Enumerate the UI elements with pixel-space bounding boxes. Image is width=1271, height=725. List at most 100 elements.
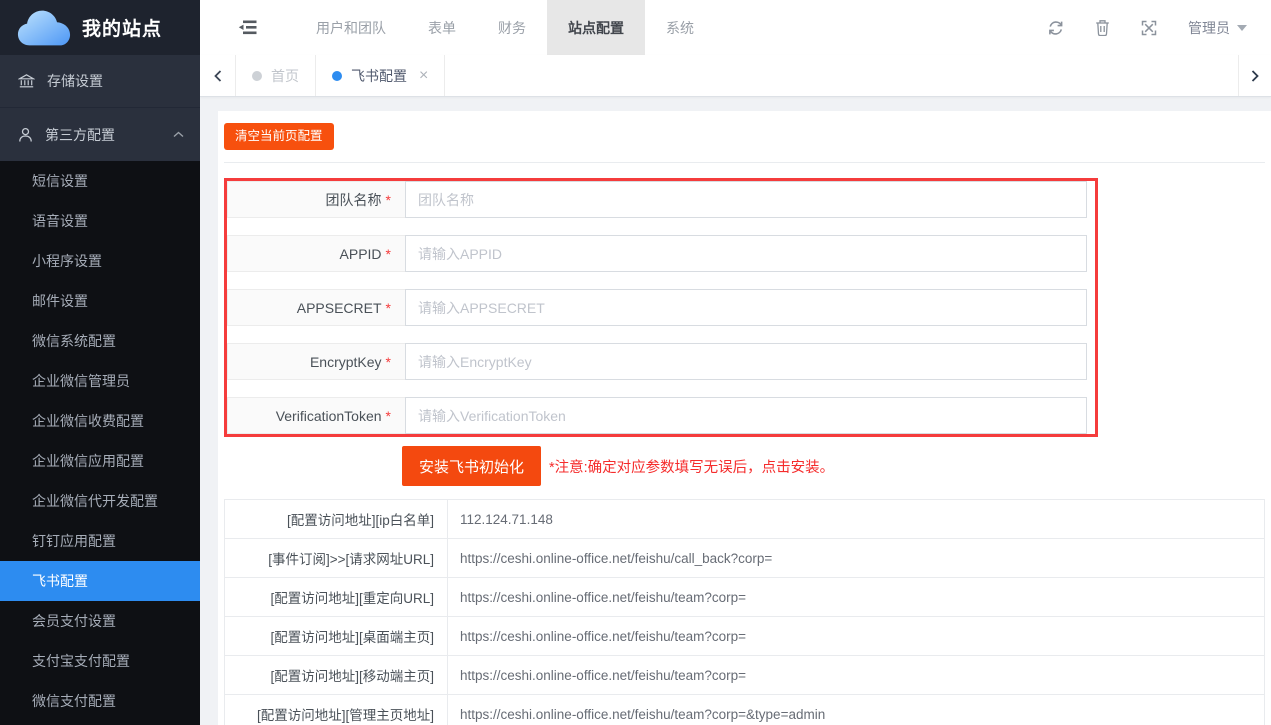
app-root: 我的站点 存储设置 第三方配置 bbox=[0, 0, 1271, 725]
admin-user-menu[interactable]: 管理员 bbox=[1188, 18, 1247, 38]
tabs-scroll-right-button[interactable] bbox=[1238, 55, 1271, 96]
tab-dot-icon bbox=[252, 71, 262, 81]
topbar: 用户和团队 表单 财务 站点配置 系统 bbox=[200, 0, 1271, 55]
menu-fold-icon bbox=[238, 20, 257, 35]
sidebar-item-dingtalk-app-config[interactable]: 钉钉应用配置 bbox=[0, 521, 200, 561]
info-row-value: https://ceshi.online-office.net/feishu/t… bbox=[448, 656, 1265, 695]
tab-label: 飞书配置 bbox=[351, 66, 407, 86]
info-row-value: https://ceshi.online-office.net/feishu/t… bbox=[448, 578, 1265, 617]
sidebar-submenu: 短信设置 语音设置 小程序设置 邮件设置 微信系统配置 企业微信管理员 企业微信… bbox=[0, 161, 200, 721]
sidebar: 我的站点 存储设置 第三方配置 bbox=[0, 0, 200, 725]
user-icon bbox=[18, 127, 33, 143]
info-row-label: [配置访问地址][重定向URL] bbox=[225, 578, 448, 617]
info-row-value: 112.124.71.148 bbox=[448, 500, 1265, 539]
site-title: 我的站点 bbox=[82, 14, 162, 41]
nav-item-forms[interactable]: 表单 bbox=[407, 0, 477, 55]
field-label: 团队名称 * bbox=[227, 181, 405, 218]
tab-label: 首页 bbox=[271, 66, 299, 86]
field-label: APPSECRET * bbox=[227, 289, 405, 326]
sidebar-item-miniprogram-settings[interactable]: 小程序设置 bbox=[0, 241, 200, 281]
trash-icon bbox=[1095, 19, 1110, 36]
field-label: APPID * bbox=[227, 235, 405, 272]
required-mark: * bbox=[386, 408, 391, 424]
form-row-encryptkey: EncryptKey * bbox=[227, 343, 1087, 380]
site-logo[interactable]: 我的站点 bbox=[0, 0, 200, 55]
tab-feishu-config[interactable]: 飞书配置 × bbox=[316, 55, 445, 96]
chevron-up-icon bbox=[173, 131, 184, 138]
menu-collapse-button[interactable] bbox=[238, 20, 257, 35]
required-mark: * bbox=[386, 192, 391, 208]
sidebar-item-alipay-payment-config[interactable]: 支付宝支付配置 bbox=[0, 641, 200, 681]
install-feishu-button[interactable]: 安装飞书初始化 bbox=[402, 446, 541, 486]
cloud-icon bbox=[16, 8, 72, 48]
sidebar-item-member-payment-settings[interactable]: 会员支付设置 bbox=[0, 601, 200, 641]
clear-page-config-button[interactable]: 清空当前页配置 bbox=[224, 123, 334, 150]
topnav-menu: 用户和团队 表单 财务 站点配置 系统 bbox=[295, 0, 715, 55]
field-label-text: VerificationToken bbox=[276, 408, 382, 424]
sidebar-item-wecom-admin[interactable]: 企业微信管理员 bbox=[0, 361, 200, 401]
nav-item-users-and-teams[interactable]: 用户和团队 bbox=[295, 0, 407, 55]
install-warning-note: *注意:确定对应参数填写无误后，点击安装。 bbox=[549, 456, 834, 477]
fullscreen-icon bbox=[1141, 20, 1157, 36]
sidebar-item-wecom-billing-config[interactable]: 企业微信收费配置 bbox=[0, 401, 200, 441]
field-label-text: APPSECRET bbox=[297, 300, 382, 316]
tab-close-icon[interactable]: × bbox=[419, 68, 428, 84]
info-table-row: [配置访问地址][桌面端主页] https://ceshi.online-off… bbox=[225, 617, 1265, 656]
tabbar: 首页 飞书配置 × bbox=[200, 55, 1271, 97]
sidebar-item-sms-settings[interactable]: 短信设置 bbox=[0, 161, 200, 201]
tabs-scroll-left-button[interactable] bbox=[200, 55, 236, 96]
info-row-label: [配置访问地址][管理主页地址] bbox=[225, 695, 448, 725]
sidebar-item-thirdparty-config[interactable]: 第三方配置 bbox=[0, 108, 200, 161]
form-row-appid: APPID * bbox=[227, 235, 1087, 272]
page-card: 清空当前页配置 团队名称 * APPID * bbox=[218, 111, 1271, 725]
field-label-text: 团队名称 bbox=[326, 190, 382, 210]
form-row-team-name: 团队名称 * bbox=[227, 181, 1087, 218]
info-row-value: https://ceshi.online-office.net/feishu/t… bbox=[448, 695, 1265, 725]
topbar-actions: 管理员 bbox=[1047, 18, 1271, 38]
field-label: EncryptKey * bbox=[227, 343, 405, 380]
field-label-text: EncryptKey bbox=[310, 354, 382, 370]
main-content: 清空当前页配置 团队名称 * APPID * bbox=[200, 98, 1271, 725]
required-mark: * bbox=[386, 300, 391, 316]
sidebar-item-wecom-dev-config[interactable]: 企业微信代开发配置 bbox=[0, 481, 200, 521]
sidebar-item-wecom-app-config[interactable]: 企业微信应用配置 bbox=[0, 441, 200, 481]
sidebar-item-wechat-payment-config[interactable]: 微信支付配置 bbox=[0, 681, 200, 721]
sidebar-section-label: 存储设置 bbox=[47, 71, 103, 91]
info-row-label: [配置访问地址][桌面端主页] bbox=[225, 617, 448, 656]
team-name-input[interactable] bbox=[405, 181, 1087, 218]
info-table-row: [配置访问地址][移动端主页] https://ceshi.online-off… bbox=[225, 656, 1265, 695]
refresh-icon bbox=[1047, 20, 1064, 36]
appid-input[interactable] bbox=[405, 235, 1087, 272]
chevron-down-icon bbox=[1237, 25, 1247, 31]
sidebar-item-storage-settings[interactable]: 存储设置 bbox=[0, 55, 200, 108]
nav-item-finance[interactable]: 财务 bbox=[477, 0, 547, 55]
encryptkey-input[interactable] bbox=[405, 343, 1087, 380]
required-mark: * bbox=[386, 246, 391, 262]
bank-icon bbox=[18, 73, 35, 89]
info-row-label: [配置访问地址][ip白名单] bbox=[225, 500, 448, 539]
sidebar-item-wechat-system-config[interactable]: 微信系统配置 bbox=[0, 321, 200, 361]
divider bbox=[224, 162, 1265, 163]
verificationtoken-input[interactable] bbox=[405, 397, 1087, 434]
info-row-value: https://ceshi.online-office.net/feishu/c… bbox=[448, 539, 1265, 578]
chevron-left-icon bbox=[214, 70, 222, 82]
sidebar-item-feishu-config[interactable]: 飞书配置 bbox=[0, 561, 200, 601]
sidebar-item-mail-settings[interactable]: 邮件设置 bbox=[0, 281, 200, 321]
info-table-row: [配置访问地址][重定向URL] https://ceshi.online-of… bbox=[225, 578, 1265, 617]
info-row-label: [事件订阅]>>[请求网址URL] bbox=[225, 539, 448, 578]
appsecret-input[interactable] bbox=[405, 289, 1087, 326]
admin-user-label: 管理员 bbox=[1188, 18, 1230, 38]
info-table-row: [配置访问地址][管理主页地址] https://ceshi.online-of… bbox=[225, 695, 1265, 725]
tabbar-spacer bbox=[445, 55, 1238, 96]
nav-item-site-config[interactable]: 站点配置 bbox=[547, 0, 645, 55]
field-label-text: APPID bbox=[340, 246, 382, 262]
nav-item-system[interactable]: 系统 bbox=[645, 0, 715, 55]
required-mark: * bbox=[386, 354, 391, 370]
config-info-table: [配置访问地址][ip白名单] 112.124.71.148 [事件订阅]>>[… bbox=[224, 499, 1265, 725]
refresh-button[interactable] bbox=[1047, 20, 1064, 36]
fullscreen-button[interactable] bbox=[1141, 20, 1157, 36]
sidebar-item-voice-settings[interactable]: 语音设置 bbox=[0, 201, 200, 241]
trash-button[interactable] bbox=[1095, 19, 1110, 36]
tab-home[interactable]: 首页 bbox=[236, 55, 316, 96]
tab-dot-icon bbox=[332, 71, 342, 81]
